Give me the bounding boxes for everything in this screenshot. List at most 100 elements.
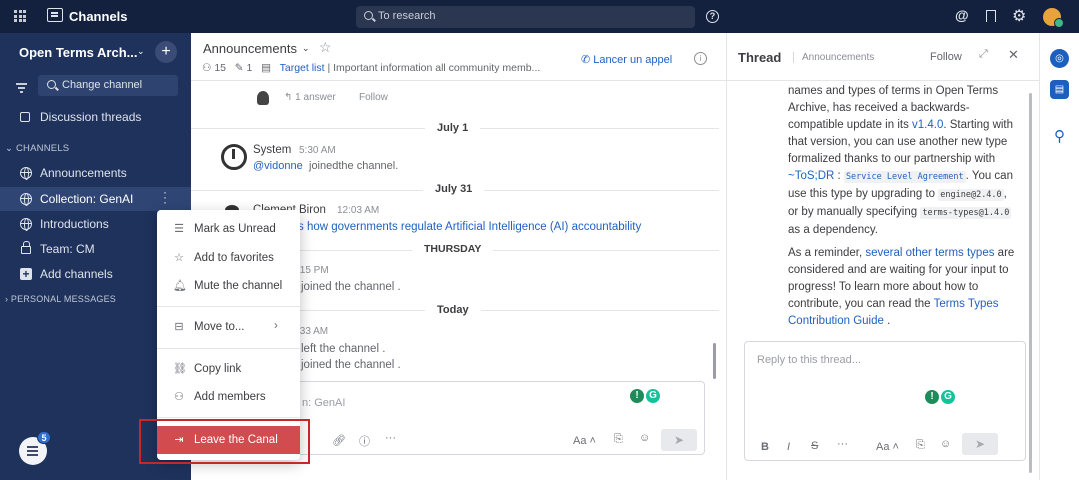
menu-item-label: Mute the channel bbox=[194, 280, 283, 292]
emoji-icon[interactable]: ☺ bbox=[639, 432, 650, 444]
thread-title: Thread bbox=[738, 50, 782, 65]
channel-label: Introductions bbox=[40, 217, 109, 231]
channel-label: Collection: GenAI bbox=[40, 192, 134, 206]
info-icon[interactable]: ⓘ bbox=[359, 433, 370, 449]
expand-icon[interactable]: ⤢ bbox=[979, 48, 988, 61]
scrollbar[interactable] bbox=[713, 343, 716, 379]
channel-meta: ⚇ 15 ✎ 1 ▤ Target list | Important infor… bbox=[202, 62, 540, 74]
terms-types-link[interactable]: several other terms types bbox=[865, 247, 994, 259]
channel-purpose: | Important information all community me… bbox=[327, 62, 541, 74]
team-name[interactable]: Open Terms Arch... bbox=[19, 45, 137, 60]
version-link[interactable]: v1.4.0 bbox=[912, 119, 943, 131]
menu-item-label: Move to... bbox=[194, 321, 245, 333]
mark-unread-icon: ☰ bbox=[174, 223, 184, 235]
menu-item-move-to[interactable]: ⊟ Move to... › bbox=[157, 315, 300, 341]
follow-thread-button[interactable]: Follow bbox=[930, 51, 962, 63]
dm-section-header[interactable]: › PERSONAL MESSAGES bbox=[5, 294, 116, 304]
channel-header: Announcements ⌄ ☆ ⚇ 15 ✎ 1 ▤ Target list… bbox=[191, 33, 726, 81]
close-icon[interactable]: ✕ bbox=[1008, 47, 1019, 63]
channel-options-icon[interactable]: · · · bbox=[162, 186, 168, 208]
settings-gear-icon[interactable]: ⚙ bbox=[1012, 6, 1026, 26]
thread-reply-composer[interactable]: Reply to this thread... ! G B I S ··· Aa… bbox=[744, 341, 1026, 461]
format-label: Aa bbox=[876, 441, 890, 453]
code-span: engine@2.4.0 bbox=[938, 189, 1004, 201]
pinned-count[interactable]: 1 bbox=[247, 62, 253, 74]
grammar-icon[interactable]: ! bbox=[925, 390, 939, 404]
send-button[interactable]: ➤ bbox=[661, 429, 697, 451]
channel-label: Announcements bbox=[40, 166, 127, 180]
mentions-icon[interactable]: @ bbox=[955, 7, 969, 23]
target-list-link[interactable]: Target list bbox=[280, 62, 325, 74]
thread-header: Thread Announcements Follow ⤢ ✕ bbox=[727, 33, 1040, 81]
avatar[interactable] bbox=[257, 91, 269, 105]
channels-section-header[interactable]: ⌄ CHANNELS bbox=[5, 143, 69, 154]
call-button[interactable]: ✆ Lancer un appel bbox=[581, 53, 672, 66]
menu-item-mark-unread[interactable]: ☰ Mark as Unread bbox=[157, 217, 300, 243]
grammarly-icon[interactable]: G bbox=[941, 390, 955, 404]
member-count[interactable]: 15 bbox=[214, 62, 226, 74]
channel-title[interactable]: Announcements bbox=[203, 41, 297, 56]
message-time: :33 AM bbox=[297, 326, 329, 337]
more-icon[interactable]: ··· bbox=[837, 438, 848, 450]
message-text: left the channel . bbox=[301, 343, 386, 355]
menu-item-mute[interactable]: 🔔︎ Mute the channel bbox=[157, 274, 300, 300]
attachment-icon[interactable]: ⎘ bbox=[916, 439, 925, 452]
add-button[interactable]: + bbox=[155, 41, 177, 63]
help-icon[interactable]: ? bbox=[706, 10, 719, 23]
format-toggle-button[interactable]: Aa ˄ bbox=[573, 435, 596, 447]
message-time: 12:03 AM bbox=[337, 205, 380, 216]
mention-link[interactable]: @vidonne bbox=[253, 160, 303, 172]
boards-icon[interactable]: ▤ bbox=[1050, 80, 1069, 99]
bold-icon[interactable]: B bbox=[761, 441, 769, 453]
find-channel-button[interactable]: Change channel bbox=[38, 75, 178, 96]
thread-text: as a dependency. bbox=[788, 224, 878, 236]
playbooks-icon[interactable]: ◎ bbox=[1050, 49, 1069, 68]
chevron-down-icon[interactable]: ⌄ bbox=[137, 46, 145, 57]
thread-message-body: names and types of terms in Open Terms A… bbox=[788, 85, 1015, 327]
threads-icon bbox=[20, 112, 30, 122]
sidebar-item-threads[interactable]: Discussion threads bbox=[20, 110, 141, 124]
chevron-down-icon[interactable]: ⌄ bbox=[302, 43, 310, 54]
more-icon[interactable]: ··· bbox=[385, 432, 396, 444]
format-toggle-button[interactable]: Aa ˄ bbox=[876, 441, 899, 453]
sidebar-item-collection-genai[interactable]: Collection: GenAI · · · bbox=[0, 186, 191, 211]
link-icon[interactable]: 🔗︎ bbox=[332, 434, 346, 447]
italic-icon[interactable]: I bbox=[787, 441, 790, 453]
message-text: joined the channel . bbox=[301, 281, 401, 293]
notification-badge: 5 bbox=[37, 431, 51, 444]
send-button[interactable]: ➤ bbox=[962, 433, 998, 455]
reply-count[interactable]: ↰ 1 answer bbox=[284, 92, 336, 103]
menu-item-copy-link[interactable]: ⛓︎ Copy link bbox=[157, 357, 300, 383]
product-title: Channels bbox=[69, 9, 128, 24]
follow-link[interactable]: Follow bbox=[359, 92, 388, 103]
message-link[interactable]: s how governments regulate Artificial In… bbox=[298, 221, 641, 233]
members-icon[interactable]: ⚇ bbox=[202, 62, 211, 74]
add-member-icon: ⚇ bbox=[174, 391, 184, 403]
integration-icon[interactable]: ⚲ bbox=[1050, 127, 1069, 146]
grammar-icon[interactable]: ! bbox=[630, 389, 644, 403]
saved-messages-icon[interactable] bbox=[986, 10, 996, 22]
files-icon[interactable]: ▤ bbox=[261, 62, 271, 74]
menu-item-add-favorites[interactable]: ☆ Add to favorites bbox=[157, 246, 300, 272]
channels-icon bbox=[47, 8, 63, 22]
filter-icon[interactable] bbox=[16, 83, 27, 95]
product-menu-icon[interactable] bbox=[14, 10, 26, 22]
pin-icon[interactable]: ✎ bbox=[235, 62, 244, 74]
link-icon: ⛓︎ bbox=[173, 363, 187, 375]
message-author[interactable]: System bbox=[253, 144, 291, 156]
attachment-icon[interactable]: ⎘ bbox=[614, 433, 623, 446]
user-avatar[interactable] bbox=[1043, 8, 1064, 28]
strikethrough-icon[interactable]: S bbox=[811, 440, 818, 452]
favorite-star-icon[interactable]: ☆ bbox=[319, 39, 332, 56]
search-input[interactable]: To research bbox=[356, 6, 695, 28]
reply-placeholder: Reply to this thread... bbox=[757, 354, 861, 366]
scrollbar[interactable] bbox=[1029, 93, 1032, 473]
tosdr-link[interactable]: ~ToS;DR bbox=[788, 170, 834, 182]
info-icon[interactable]: i bbox=[694, 52, 707, 65]
grammarly-icon[interactable]: G bbox=[646, 389, 660, 403]
menu-item-add-members[interactable]: ⚇ Add members bbox=[157, 385, 300, 411]
search-placeholder: To research bbox=[378, 10, 436, 22]
emoji-icon[interactable]: ☺ bbox=[940, 438, 951, 450]
sidebar-item-announcements[interactable]: Announcements bbox=[0, 161, 191, 185]
thread-channel-name[interactable]: Announcements bbox=[793, 52, 874, 63]
